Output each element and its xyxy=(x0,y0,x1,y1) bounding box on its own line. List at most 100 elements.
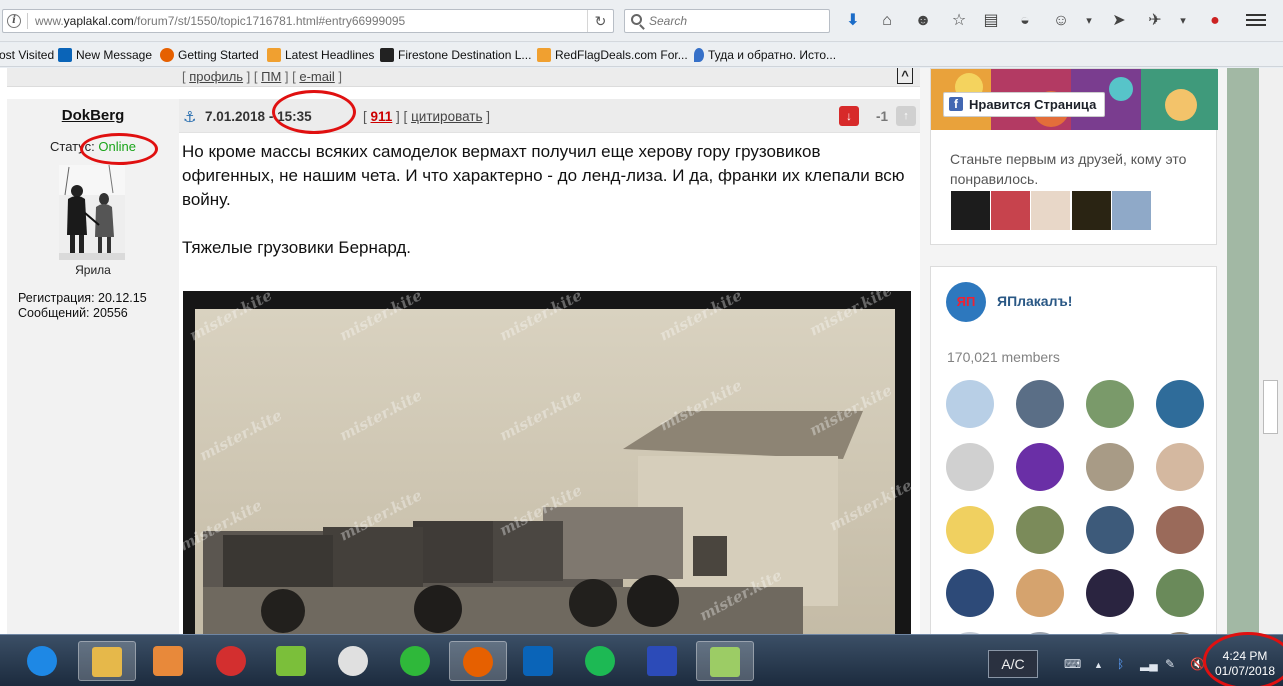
fan-avatar[interactable] xyxy=(991,191,1031,230)
rss-icon xyxy=(537,48,551,62)
member-avatar[interactable] xyxy=(1016,569,1064,617)
url-text[interactable]: www.yaplakal.com/forum7/st/1550/topic171… xyxy=(35,14,405,28)
bookmark-firestone[interactable]: Firestone Destination L... xyxy=(380,47,531,63)
member-avatar[interactable] xyxy=(946,569,994,617)
search-input[interactable] xyxy=(649,13,819,29)
member-avatar[interactable] xyxy=(1086,380,1134,428)
taskbar-spotify[interactable] xyxy=(572,641,630,681)
fan-avatar[interactable] xyxy=(1071,191,1111,230)
url-prefix: www. xyxy=(35,14,64,28)
fan-avatar[interactable] xyxy=(1111,191,1151,230)
search-icon xyxy=(631,14,642,25)
taskbar-green-app[interactable] xyxy=(387,641,445,681)
quote-link[interactable]: цитировать xyxy=(411,109,482,124)
facebook-widget: f Нравится Страница Станьте первым из дру… xyxy=(930,68,1218,245)
fan-avatar[interactable] xyxy=(1031,191,1071,230)
monkey-addon-icon[interactable]: ☺ xyxy=(1050,11,1072,31)
home-icon[interactable]: ⌂ xyxy=(876,11,898,31)
taskbar-save-app[interactable] xyxy=(634,641,692,681)
pin-tray-icon[interactable]: ✎ xyxy=(1165,657,1175,671)
annotation-circle-status xyxy=(80,133,158,165)
folder-icon xyxy=(92,647,122,677)
member-avatar[interactable] xyxy=(1016,506,1064,554)
firefox-icon xyxy=(463,647,493,677)
taskbar-pin[interactable] xyxy=(203,641,261,681)
media-player-icon xyxy=(153,646,183,676)
pocket-icon[interactable]: ◒ xyxy=(1014,11,1036,31)
taskbar-clock-app[interactable] xyxy=(325,641,383,681)
scrollbar-thumb[interactable] xyxy=(1263,380,1278,434)
browser-toolbar: i www.yaplakal.com/forum7/st/1550/topic1… xyxy=(0,0,1283,42)
member-avatar[interactable] xyxy=(1016,380,1064,428)
author-nickname[interactable]: DokBerg xyxy=(7,107,179,124)
spotify-icon xyxy=(585,646,615,676)
taskbar-notepadpp[interactable] xyxy=(696,641,754,681)
member-avatar[interactable] xyxy=(1156,506,1204,554)
member-avatar[interactable] xyxy=(1086,443,1134,491)
post-photo-trucks[interactable]: mister.kite mister.kite mister.kite mist… xyxy=(183,291,911,634)
vk-group-name[interactable]: ЯПлакалъ! xyxy=(997,293,1072,309)
facebook-like-page-button[interactable]: f Нравится Страница xyxy=(943,92,1106,117)
bluetooth-icon[interactable]: ᛒ xyxy=(1117,657,1124,671)
taskbar-media[interactable] xyxy=(140,641,198,681)
rate-up-icon[interactable]: ↑ xyxy=(896,106,916,126)
scroll-to-top-button[interactable]: ^ xyxy=(892,68,918,85)
bookmark-getting-started[interactable]: Getting Started xyxy=(160,47,259,63)
overflow-chevron-icon[interactable]: ▾ xyxy=(1078,11,1100,31)
download-icon[interactable]: ⬇ xyxy=(842,11,864,31)
author-avatar[interactable] xyxy=(59,165,125,260)
member-avatar[interactable] xyxy=(1086,506,1134,554)
taskbar-ie[interactable] xyxy=(14,641,72,681)
bookmark-star-icon[interactable]: ☆ xyxy=(948,11,970,31)
bookmark-tuda-i-obratno[interactable]: Туда и обратно. Исто... xyxy=(694,47,836,63)
email-link[interactable]: e-mail xyxy=(299,69,334,84)
member-avatar[interactable] xyxy=(946,380,994,428)
member-avatar[interactable] xyxy=(1156,569,1204,617)
right-sidebar: f Нравится Страница Станьте первым из дру… xyxy=(920,68,1227,634)
vk-group-widget: ЯП ЯПлакалъ! 170,021 members xyxy=(930,266,1217,634)
pm-link[interactable]: ПМ xyxy=(261,69,281,84)
rate-down-icon[interactable]: ↓ xyxy=(839,106,859,126)
post-paragraph: Тяжелые грузовики Бернард. xyxy=(182,238,412,257)
taskbar-firefox[interactable] xyxy=(449,641,507,681)
hamburger-menu-icon[interactable] xyxy=(1246,11,1266,29)
send-icon[interactable]: ➤ xyxy=(1108,11,1130,31)
site-info-icon[interactable]: i xyxy=(7,14,21,28)
vertical-scrollbar[interactable] xyxy=(1259,68,1283,634)
bookmark-latest-headlines[interactable]: Latest Headlines xyxy=(267,47,374,63)
ac-button[interactable]: A/C xyxy=(988,650,1038,678)
member-avatar[interactable] xyxy=(946,506,994,554)
member-avatar[interactable] xyxy=(1086,569,1134,617)
member-avatar[interactable] xyxy=(1156,380,1204,428)
colorful-addon-icon[interactable]: ● xyxy=(1204,11,1226,31)
tray-expand-icon[interactable]: ▲ xyxy=(1094,660,1103,670)
fan-avatar[interactable] xyxy=(951,191,990,230)
facebook-friends-text: Станьте первым из друзей, кому это понра… xyxy=(950,151,1187,187)
taskbar-outlook[interactable] xyxy=(510,641,568,681)
member-avatar[interactable] xyxy=(946,443,994,491)
profile-link[interactable]: профиль xyxy=(189,69,243,84)
search-bar[interactable] xyxy=(624,9,830,33)
taskbar-explorer[interactable] xyxy=(78,641,136,681)
annotation-circle-time xyxy=(272,90,356,134)
member-avatar[interactable] xyxy=(1016,443,1064,491)
member-avatar[interactable] xyxy=(1156,443,1204,491)
vk-group-logo[interactable]: ЯП xyxy=(946,282,986,322)
bookmark-most-visited[interactable]: ost Visited xyxy=(0,47,54,63)
network-signal-icon[interactable]: ▂▄ xyxy=(1140,657,1158,671)
keyboard-icon[interactable]: ⌨ xyxy=(1064,657,1081,671)
bookmarks-menu-icon[interactable]: ▤ xyxy=(980,11,1002,31)
addon-dropdown-icon[interactable]: ▾ xyxy=(1172,11,1194,31)
bookmark-new-message[interactable]: New Message xyxy=(58,47,152,63)
web-page: [ профиль ] [ ПМ ] [ e-mail ] ^ DokBerg … xyxy=(0,68,1283,634)
post-number-link[interactable]: 911 xyxy=(371,109,393,124)
bookmark-redflagdeals[interactable]: RedFlagDeals.com For... xyxy=(537,47,688,63)
chat-icon[interactable]: ☻ xyxy=(912,11,934,31)
post-paragraph: Но кроме массы всяких самоделок вермахт … xyxy=(182,142,905,209)
addon-icon[interactable]: ✈ xyxy=(1144,11,1166,31)
anchor-icon[interactable]: ⚓ xyxy=(183,108,196,126)
taskbar-w-app[interactable] xyxy=(263,641,321,681)
reload-icon[interactable]: ↻ xyxy=(587,10,613,32)
pin-icon xyxy=(694,48,704,62)
url-bar[interactable]: i www.yaplakal.com/forum7/st/1550/topic1… xyxy=(2,9,614,33)
